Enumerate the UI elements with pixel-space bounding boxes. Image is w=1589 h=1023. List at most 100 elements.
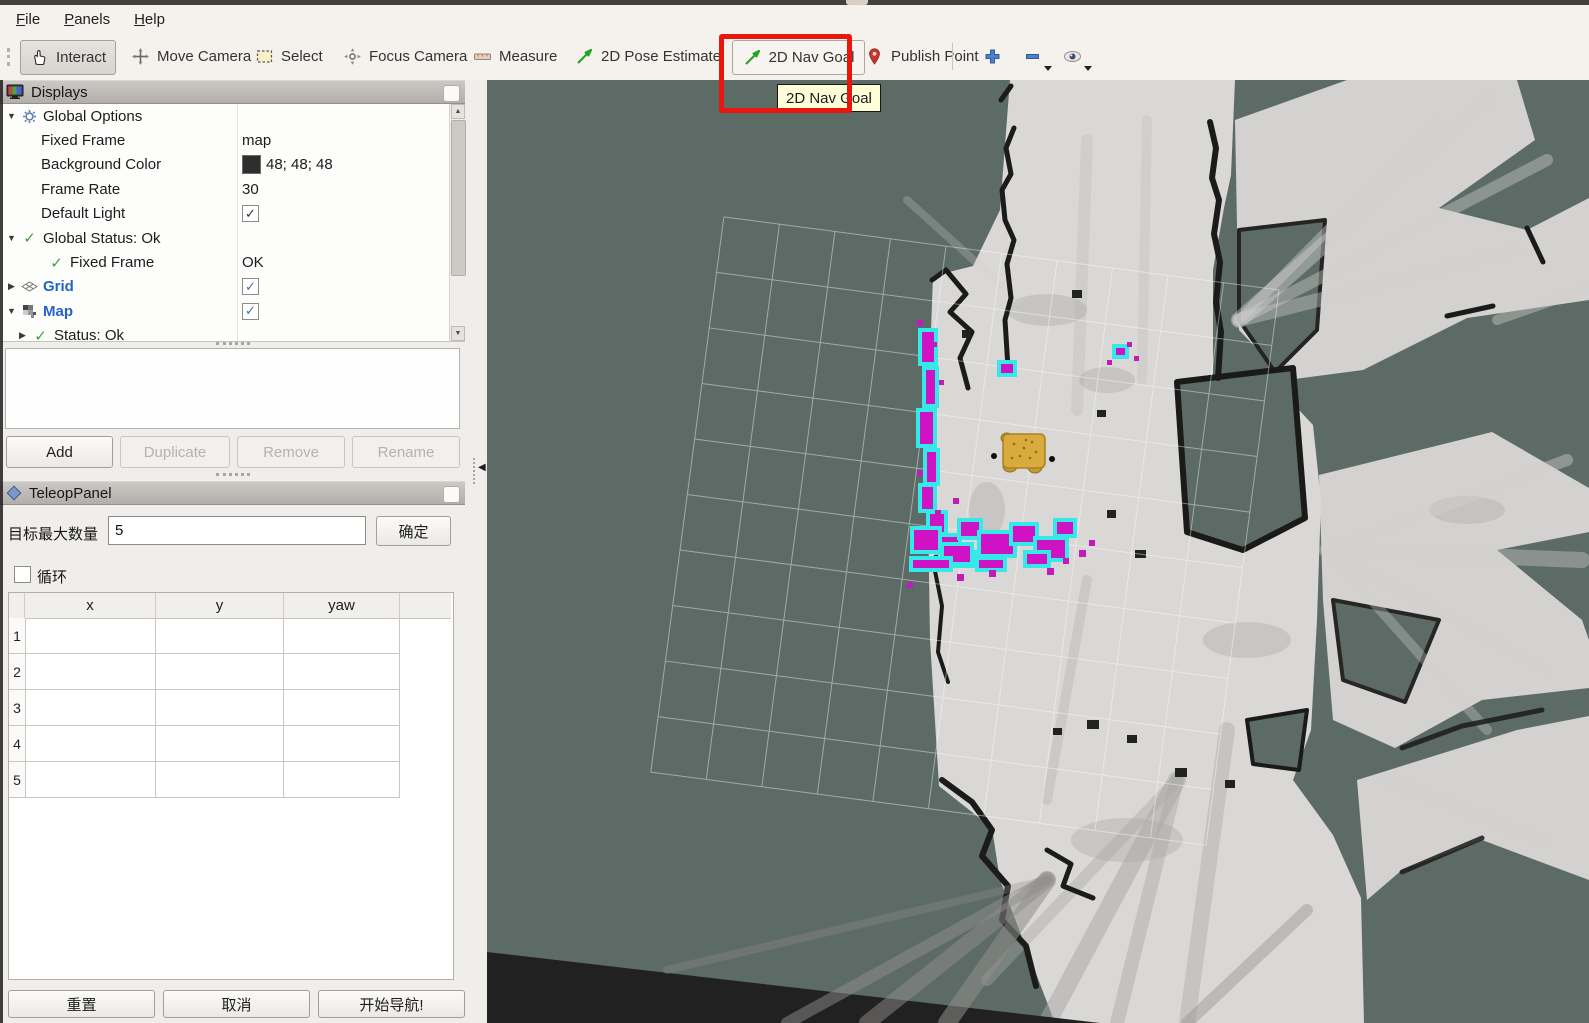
tool-focus-camera[interactable]: Focus Camera [334,40,476,73]
column-header-y[interactable]: y [156,593,284,618]
pane-collapse-handle[interactable]: ◀ [478,462,486,473]
window-left-edge [0,80,3,1023]
table-row[interactable]: 4 [9,726,400,762]
rename-button[interactable]: Rename [352,436,460,468]
tool-measure[interactable]: Measure [464,40,566,73]
checkbox[interactable]: ✓ [242,278,259,295]
expander-icon[interactable]: ▼ [6,111,17,121]
tree-row-global-options[interactable]: ▼ Global Options [0,104,465,128]
reset-button[interactable]: 重置 [8,990,155,1018]
tree-scrollbar[interactable]: ▲ ▼ [449,104,466,341]
cell-x[interactable] [25,726,156,761]
zoom-in-button[interactable] [974,40,1011,73]
row-header: 1 [9,618,26,653]
displays-panel-header[interactable]: Displays [0,80,465,104]
zoom-out-button[interactable] [1014,40,1051,73]
tree-row-background-color[interactable]: Background Color 48; 48; 48 [0,153,465,177]
scroll-down-button[interactable]: ▼ [451,326,465,341]
goal-count-input[interactable] [108,516,366,545]
color-swatch[interactable] [242,155,261,174]
panel-title: Displays [31,84,88,101]
panel-splitter[interactable] [216,473,250,479]
tool-move-camera[interactable]: Move Camera [122,40,260,73]
tree-value[interactable]: 48; 48; 48 [266,156,333,173]
cell-yaw[interactable] [284,726,400,761]
green-arrow-icon [575,47,594,66]
loop-checkbox[interactable] [14,566,31,583]
tree-row-fixed-frame-status[interactable]: ✓ Fixed Frame OK [0,250,465,274]
tree-row-default-light[interactable]: Default Light ✓ [0,202,465,226]
cell-y[interactable] [156,762,284,797]
cell-yaw[interactable] [284,654,400,689]
render-viewport[interactable] [487,80,1589,1023]
table-row[interactable]: 5 [9,762,400,798]
tree-column-divider [237,104,238,341]
expander-icon[interactable]: ▶ [17,330,28,341]
displays-tree: ▼ Global Options Fixed Frame map Backgro… [0,104,465,342]
expander-icon[interactable]: ▶ [6,281,17,292]
remove-button[interactable]: Remove [237,436,345,468]
checkbox[interactable]: ✓ [242,303,259,320]
tree-row-map[interactable]: ▼ Map ✓ [0,299,465,323]
pane-splitter[interactable] [473,458,477,484]
toolbar-drag-handle[interactable] [7,48,13,66]
tree-row-map-status[interactable]: ▶ ✓ Status: Ok [0,324,465,342]
menu-file[interactable]: File [4,8,52,31]
status-ok-icon: ✓ [20,229,39,247]
tree-value[interactable]: 30 [242,181,259,198]
column-header-yaw[interactable]: yaw [284,593,400,618]
tree-label: Frame Rate [41,181,120,198]
tree-row-global-status[interactable]: ▼ ✓ Global Status: Ok [0,226,465,250]
goal-table: x y yaw 1 2 3 [8,592,454,980]
table-row[interactable]: 1 [9,618,400,654]
toolbar-separator [952,43,953,70]
3d-view-canvas[interactable] [487,80,1589,1023]
menu-panels[interactable]: Panels [52,8,122,31]
teleop-panel-header[interactable]: TeleopPanel [0,481,465,505]
cell-yaw[interactable] [284,762,400,797]
cell-x[interactable] [25,690,156,725]
scrollbar-thumb[interactable] [451,120,466,276]
tool-2d-pose-estimate[interactable]: 2D Pose Estimate [566,40,730,73]
start-navigation-button[interactable]: 开始导航! [318,990,465,1018]
tree-row-fixed-frame[interactable]: Fixed Frame map [0,128,465,152]
cell-y[interactable] [156,690,284,725]
tool-label: Focus Camera [369,48,467,65]
menu-help[interactable]: Help [122,8,177,31]
cell-y[interactable] [156,726,284,761]
tree-row-frame-rate[interactable]: Frame Rate 30 [0,177,465,201]
row-header: 5 [9,762,26,797]
cell-y[interactable] [156,618,284,653]
cell-x[interactable] [25,618,156,653]
expander-icon[interactable]: ▼ [6,233,17,243]
cell-y[interactable] [156,654,284,689]
panel-float-button[interactable] [443,85,460,102]
cancel-button[interactable]: 取消 [163,990,310,1018]
duplicate-button[interactable]: Duplicate [120,436,230,468]
confirm-button[interactable]: 确定 [376,516,451,546]
tool-interact[interactable]: Interact [20,40,116,75]
cell-yaw[interactable] [284,618,400,653]
table-row[interactable]: 2 [9,654,400,690]
visibility-button[interactable] [1054,40,1091,73]
panel-title: TeleopPanel [29,485,112,502]
checkbox[interactable]: ✓ [242,205,259,222]
tree-value[interactable]: map [242,132,271,149]
tree-row-grid[interactable]: ▶ Grid ✓ [0,275,465,299]
row-header: 3 [9,690,26,725]
tool-select[interactable]: Select [246,40,332,73]
status-ok-icon: ✓ [31,327,50,342]
cell-yaw[interactable] [284,690,400,725]
dropdown-caret-icon[interactable] [1084,66,1092,71]
minus-icon [1023,47,1042,66]
panel-float-button[interactable] [443,486,460,503]
cell-x[interactable] [25,762,156,797]
tool-publish-point[interactable]: Publish Point [856,40,988,73]
table-row[interactable]: 3 [9,690,400,726]
column-header-x[interactable]: x [25,593,156,618]
dropdown-caret-icon[interactable] [1044,66,1052,71]
add-button[interactable]: Add [6,436,113,468]
cell-x[interactable] [25,654,156,689]
scroll-up-button[interactable]: ▲ [451,104,465,119]
expander-icon[interactable]: ▼ [6,306,17,316]
